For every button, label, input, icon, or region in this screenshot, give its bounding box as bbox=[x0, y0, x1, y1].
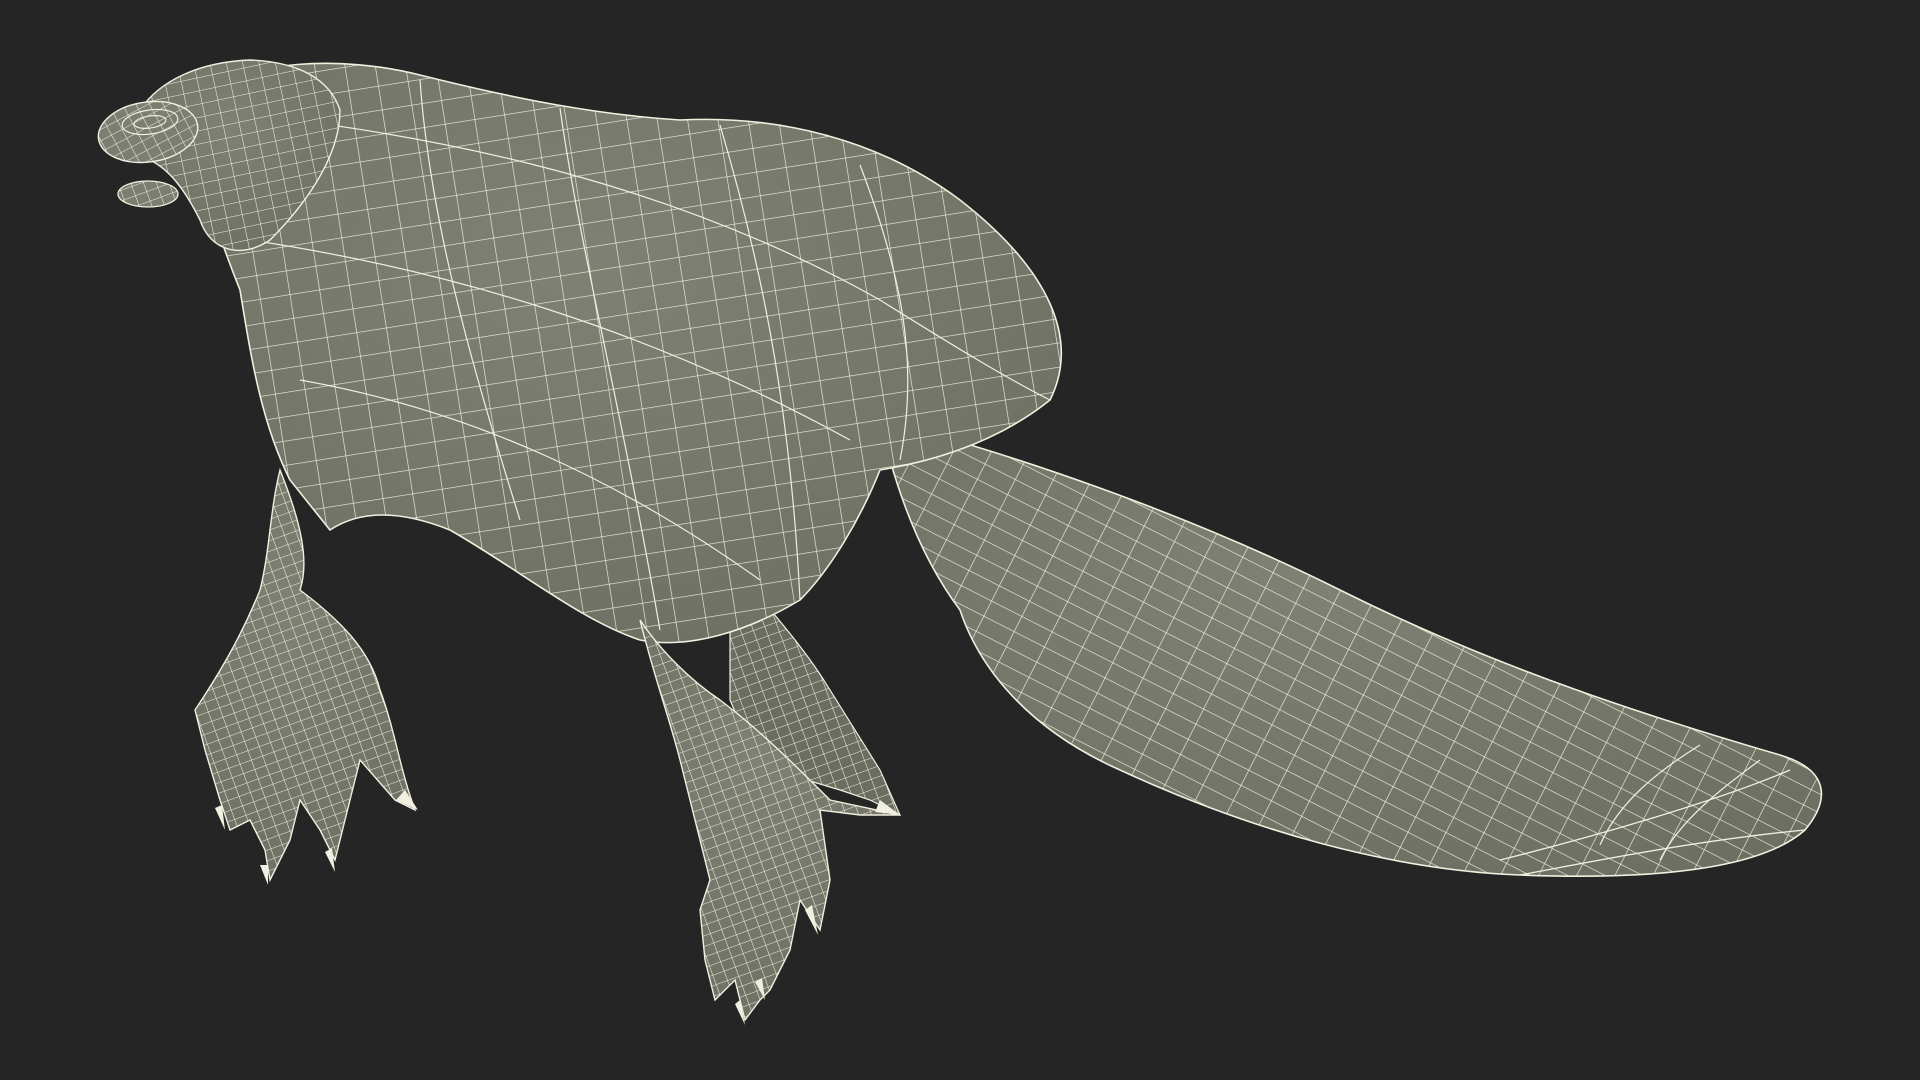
front-leg bbox=[194, 467, 418, 885]
platypus-wireframe-model bbox=[97, 59, 1823, 1025]
render-viewport bbox=[0, 0, 1920, 1080]
platypus-tail bbox=[878, 418, 1823, 877]
front-claw bbox=[260, 865, 268, 885]
